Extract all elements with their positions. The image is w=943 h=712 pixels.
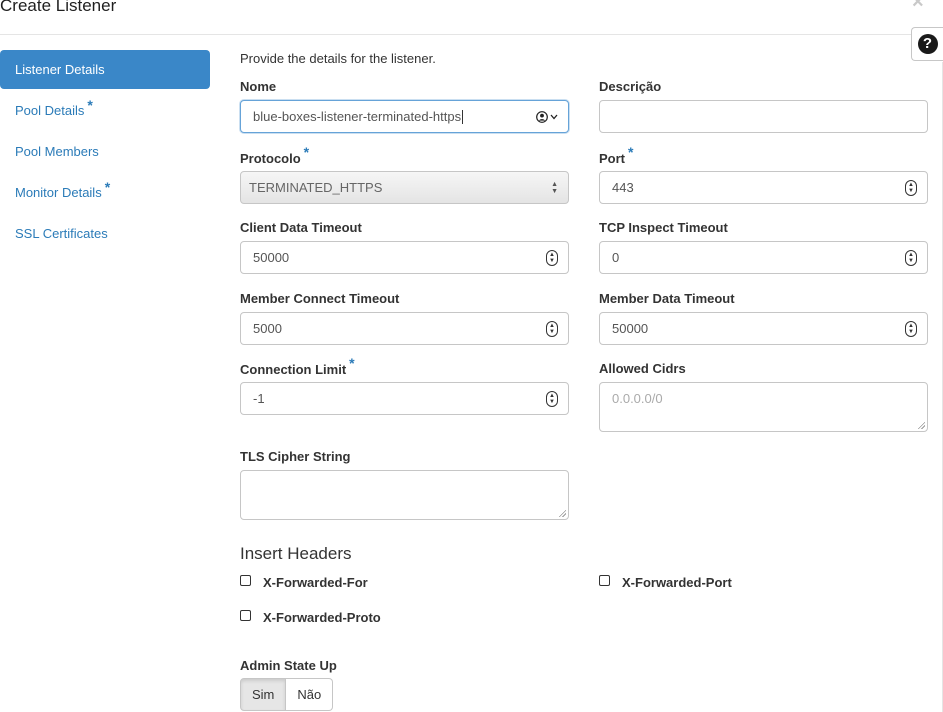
sidebar-item-label: Pool Members <box>15 144 99 159</box>
tcp-inspect-timeout-label: TCP Inspect Timeout <box>599 220 728 235</box>
x-forwarded-for-checkbox[interactable]: X-Forwarded-For <box>240 575 368 590</box>
connection-limit-input[interactable]: -1 ▲ ▼ <box>240 382 569 415</box>
number-spinner-icon[interactable]: ▲ ▼ <box>546 249 558 266</box>
allowed-cidrs-label: Allowed Cidrs <box>599 361 686 376</box>
resize-handle[interactable] <box>558 509 566 517</box>
member-connect-timeout-input[interactable]: 5000 ▲ ▼ <box>240 312 569 345</box>
checkbox-box[interactable] <box>240 575 251 586</box>
port-value: 443 <box>612 180 634 195</box>
close-icon[interactable]: × <box>912 0 928 12</box>
form-intro-text: Provide the details for the listener. <box>240 51 436 66</box>
checkbox-box[interactable] <box>599 575 610 586</box>
description-label: Descrição <box>599 79 662 94</box>
required-marker: * <box>349 355 355 371</box>
required-marker: * <box>87 96 93 113</box>
text-caret <box>462 110 464 125</box>
checkbox-box[interactable] <box>240 610 251 621</box>
select-arrows-icon: ▲ ▼ <box>551 180 558 195</box>
insert-headers-heading: Insert Headers <box>240 544 352 563</box>
client-data-timeout-label: Client Data Timeout <box>240 220 362 235</box>
sidebar-item-label: SSL Certificates <box>15 226 108 241</box>
number-spinner-icon[interactable]: ▲ ▼ <box>905 320 917 337</box>
protocol-label: Protocolo * <box>240 144 310 166</box>
protocol-value: TERMINATED_HTTPS <box>249 180 383 195</box>
number-spinner-icon[interactable]: ▲ ▼ <box>905 249 917 266</box>
member-connect-timeout-value: 5000 <box>253 321 282 336</box>
modal-title: Create Listener <box>0 0 117 15</box>
help-icon: ? <box>917 34 938 54</box>
x-forwarded-proto-checkbox[interactable]: X-Forwarded-Proto <box>240 610 381 625</box>
client-data-timeout-input[interactable]: 50000 ▲ ▼ <box>240 241 569 274</box>
required-marker: * <box>104 178 111 195</box>
autofill-contact-icon[interactable] <box>536 110 558 123</box>
name-label: Nome <box>240 79 277 94</box>
connection-limit-value: -1 <box>253 391 265 406</box>
wizard-sidebar: Listener Details Pool Details * Pool Mem… <box>0 50 210 255</box>
sidebar-item-label: Pool Details <box>15 103 85 118</box>
member-data-timeout-input[interactable]: 50000 ▲ ▼ <box>599 312 928 345</box>
port-label: Port * <box>599 144 634 166</box>
sidebar-item-monitor-details[interactable]: Monitor Details * <box>0 173 210 212</box>
allowed-cidrs-placeholder: 0.0.0.0/0 <box>612 391 663 406</box>
sidebar-item-label: Listener Details <box>15 62 105 77</box>
header-divider <box>0 34 943 35</box>
tcp-inspect-timeout-input[interactable]: 0 ▲ ▼ <box>599 241 928 274</box>
member-connect-timeout-label: Member Connect Timeout <box>240 291 400 306</box>
client-data-timeout-value: 50000 <box>253 250 290 265</box>
checkbox-label: X-Forwarded-For <box>263 575 368 590</box>
sidebar-item-ssl-certificates[interactable]: SSL Certificates <box>0 214 210 253</box>
resize-handle[interactable] <box>917 421 925 429</box>
required-marker: * <box>628 144 634 160</box>
member-data-timeout-value: 50000 <box>612 321 649 336</box>
allowed-cidrs-textarea[interactable]: 0.0.0.0/0 <box>599 382 928 432</box>
port-input[interactable]: 443 ▲ ▼ <box>599 171 928 204</box>
admin-state-label: Admin State Up <box>240 658 337 673</box>
x-forwarded-port-checkbox[interactable]: X-Forwarded-Port <box>599 575 732 590</box>
number-spinner-icon[interactable]: ▲ ▼ <box>546 320 558 337</box>
tls-cipher-string-textarea[interactable] <box>240 470 569 520</box>
protocol-select[interactable]: TERMINATED_HTTPS ▲ ▼ <box>240 171 569 204</box>
name-value: blue-boxes-listener-terminated-https <box>253 108 462 124</box>
name-input[interactable]: blue-boxes-listener-terminated-https <box>240 100 569 133</box>
admin-state-toggle: Sim Não <box>240 678 334 711</box>
sidebar-item-label: Monitor Details <box>15 185 102 200</box>
number-spinner-icon[interactable]: ▲ ▼ <box>905 179 917 196</box>
checkbox-label: X-Forwarded-Proto <box>263 610 381 625</box>
member-data-timeout-label: Member Data Timeout <box>599 291 735 306</box>
checkbox-label: X-Forwarded-Port <box>622 575 732 590</box>
admin-state-no-button[interactable]: Não <box>286 678 334 711</box>
connection-limit-label: Connection Limit * <box>240 355 355 377</box>
help-button[interactable]: ? <box>911 27 943 61</box>
required-marker: * <box>303 144 310 160</box>
number-spinner-icon[interactable]: ▲ ▼ <box>546 390 558 407</box>
tcp-inspect-timeout-value: 0 <box>612 250 620 265</box>
description-input[interactable] <box>599 100 928 133</box>
sidebar-item-pool-details[interactable]: Pool Details * <box>0 91 210 130</box>
admin-state-yes-button[interactable]: Sim <box>240 678 287 711</box>
sidebar-item-pool-members[interactable]: Pool Members <box>0 132 210 171</box>
sidebar-item-listener-details[interactable]: Listener Details <box>0 50 210 89</box>
tls-cipher-string-label: TLS Cipher String <box>240 449 351 464</box>
